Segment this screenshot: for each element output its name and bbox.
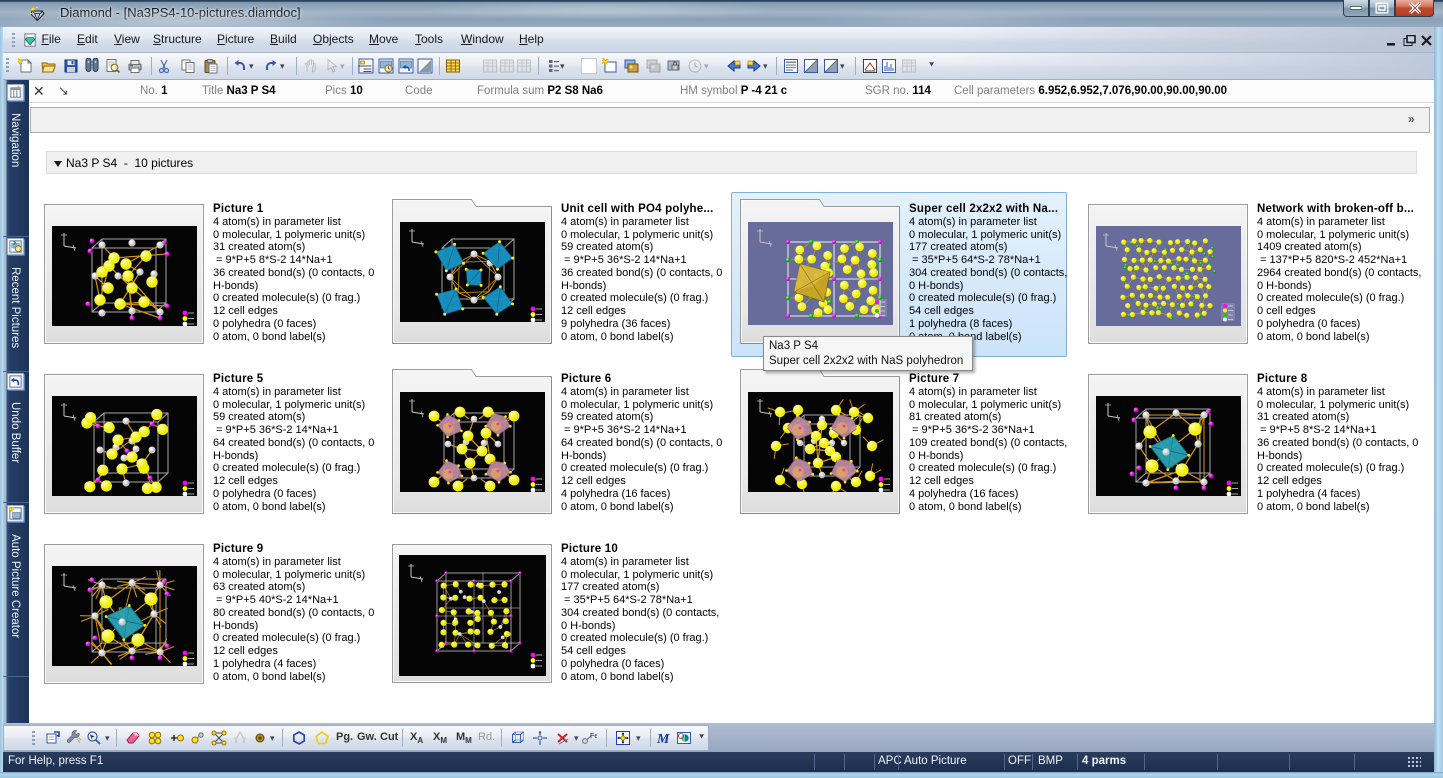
svg-text:Fe: Fe <box>590 733 597 740</box>
svg-text:M: M <box>656 732 670 746</box>
